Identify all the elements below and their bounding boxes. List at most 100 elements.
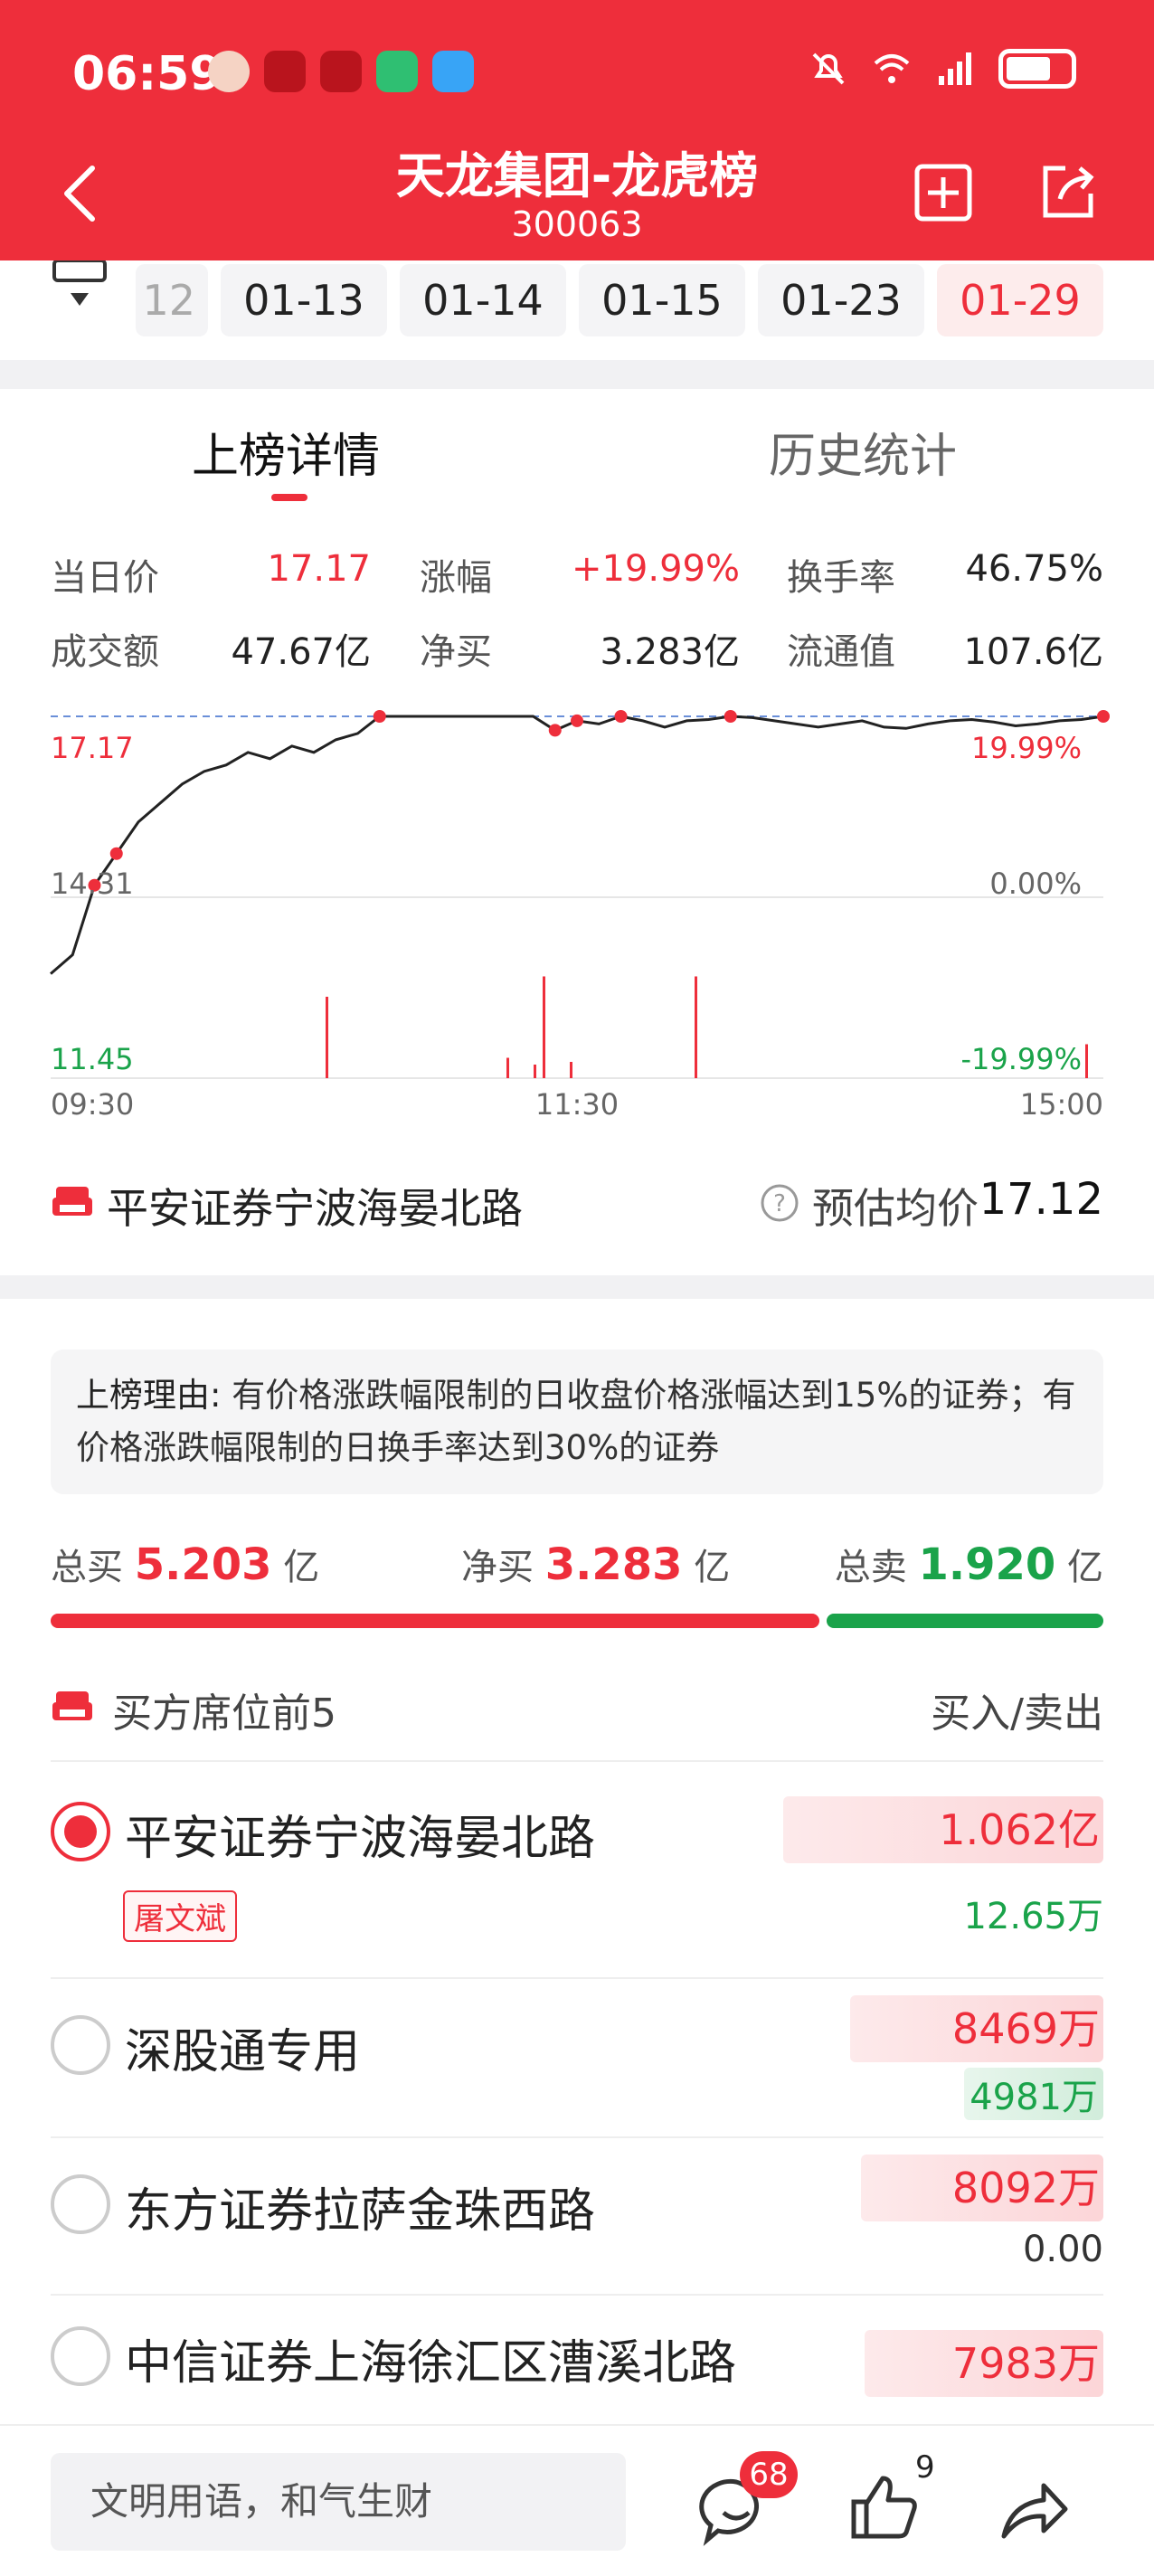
- selected-broker: 平安证券宁波海晏北路: [107, 1184, 523, 1233]
- app-icon: [320, 51, 362, 92]
- x-tick-end: 15:00: [1020, 1087, 1103, 1122]
- seat-name: 深股通专用: [125, 2025, 361, 2079]
- net-value: 3.283亿: [600, 631, 740, 673]
- y-right-tick-top: 19.99%: [971, 731, 1082, 765]
- buy-ratio-bar: [51, 1614, 819, 1628]
- price-label: 当日价: [51, 557, 159, 599]
- tab-indicator: [271, 494, 307, 501]
- seat-row[interactable]: 中信证券上海徐汇区漕溪北路 7983万: [0, 2312, 1154, 2420]
- help-icon[interactable]: ?: [760, 1183, 799, 1223]
- section-title: 买方席位前5: [112, 1690, 336, 1737]
- y-tick-bottom: 11.45: [51, 1042, 134, 1076]
- amount-value: 47.67亿: [231, 631, 371, 673]
- total-sell-unit: 亿: [1067, 1547, 1103, 1588]
- total-net-value: 3.283: [544, 1539, 683, 1590]
- seat-row[interactable]: 东方证券拉萨金珠西路 8092万 0.00: [0, 2155, 1154, 2299]
- trade-marker: [724, 710, 737, 723]
- share-icon[interactable]: [995, 2473, 1071, 2549]
- wifi-icon: [874, 54, 910, 83]
- trade-marker: [109, 847, 123, 860]
- volume-bar: [534, 1065, 536, 1078]
- divider: [51, 1977, 1103, 1979]
- divider: [51, 1760, 1103, 1762]
- radio-unselected[interactable]: [51, 2174, 110, 2234]
- total-net-label: 净买: [461, 1547, 534, 1588]
- seat-name: 东方证券拉萨金珠西路: [125, 2184, 596, 2239]
- date-chip[interactable]: 01-14: [400, 264, 566, 336]
- seat-row[interactable]: 深股通专用 8469万 4981万: [0, 1995, 1154, 2140]
- add-watchlist-icon[interactable]: [913, 163, 973, 223]
- trade-marker: [373, 710, 386, 723]
- float-label: 流通值: [787, 631, 895, 673]
- sell-amount: 12.65万: [963, 1896, 1103, 1937]
- total-buy-value: 5.203: [134, 1539, 272, 1590]
- like-icon[interactable]: [847, 2469, 922, 2545]
- listing-reason: 上榜理由: 有价格涨跌幅限制的日收盘价格涨幅达到15%的证券；有价格涨跌幅限制的…: [51, 1350, 1103, 1494]
- price-series: [50, 715, 1104, 975]
- buy-amount: 8092万: [861, 2155, 1103, 2221]
- svg-text:?: ?: [773, 1190, 786, 1217]
- date-chip[interactable]: 12: [136, 264, 208, 336]
- price-line: [50, 710, 1110, 975]
- y-right-tick-bottom: -19.99%: [960, 1042, 1082, 1076]
- amount-label: 成交额: [51, 631, 159, 673]
- page-title: 天龙集团-龙虎榜: [395, 147, 759, 204]
- mute-icon: [812, 52, 845, 85]
- volume-bar: [543, 976, 545, 1078]
- seat-icon: [52, 1691, 92, 1720]
- trade-marker: [548, 724, 562, 737]
- date-chip-active[interactable]: 01-29: [937, 264, 1103, 336]
- avatar-icon: [208, 51, 250, 92]
- total-net-unit: 亿: [694, 1547, 731, 1588]
- comment-input[interactable]: 文明用语，和气生财: [51, 2453, 626, 2551]
- volume-bar: [506, 1057, 509, 1078]
- total-net: 净买 3.283 亿: [461, 1538, 730, 1590]
- seat-name: 平安证券宁波海晏北路: [125, 1812, 596, 1866]
- volume-bar: [1085, 1044, 1088, 1078]
- notification-icons: [208, 51, 474, 92]
- calendar-icon[interactable]: [51, 260, 109, 311]
- sell-amount: 4981万: [964, 2068, 1103, 2120]
- divider: [51, 2294, 1103, 2296]
- like-count: 9: [915, 2449, 935, 2486]
- total-sell-value: 1.920: [918, 1539, 1056, 1590]
- volume-bar: [326, 997, 328, 1078]
- radio-unselected[interactable]: [51, 2015, 110, 2075]
- radio-selected[interactable]: [51, 1802, 110, 1861]
- y-right-tick-mid: 0.00%: [989, 867, 1082, 901]
- avg-price-label: 预估均价: [812, 1184, 979, 1233]
- float-value: 107.6亿: [963, 631, 1103, 673]
- net-label: 净买: [420, 631, 492, 673]
- tab-history[interactable]: 历史统计: [769, 418, 957, 486]
- section-header-right: 买入/卖出: [931, 1690, 1103, 1737]
- total-buy-label: 总买: [51, 1547, 123, 1588]
- date-chip[interactable]: 01-15: [579, 264, 745, 336]
- reason-text: 有价格涨跌幅限制的日收盘价格涨幅达到15%的证券；有价格涨跌幅限制的日换手率达到…: [76, 1376, 1076, 1467]
- share-icon[interactable]: [1038, 161, 1098, 221]
- volume-bar: [570, 1062, 572, 1078]
- seat-row[interactable]: 平安证券宁波海晏北路 屠文斌 1.062亿 12.65万: [0, 1787, 1154, 1968]
- x-tick-mid: 11:30: [535, 1087, 619, 1122]
- y-tick-top: 17.17: [51, 731, 134, 765]
- divider: [51, 2136, 1103, 2138]
- intraday-chart[interactable]: 17.17 14.31 11.45 19.99% 0.00% -19.99% 0…: [0, 696, 1154, 1131]
- system-icons: [809, 49, 1076, 89]
- trade-marker: [1097, 710, 1110, 723]
- tab-detail[interactable]: 上榜详情: [192, 418, 380, 486]
- app-icon: [376, 51, 418, 92]
- change-label: 涨幅: [420, 557, 492, 599]
- sell-amount: 0.00: [1022, 2229, 1103, 2270]
- date-chip[interactable]: 01-13: [221, 264, 387, 336]
- date-list: 12 01-13 01-14 01-15 01-23 01-29: [136, 264, 1103, 336]
- comment-count-badge: 68: [740, 2451, 798, 2498]
- radio-unselected[interactable]: [51, 2326, 110, 2386]
- seat-icon: [52, 1187, 92, 1216]
- x-tick-start: 09:30: [51, 1087, 134, 1122]
- buy-amount: 8469万: [850, 1995, 1103, 2062]
- trader-tag[interactable]: 屠文斌: [123, 1890, 237, 1942]
- date-chip[interactable]: 01-23: [758, 264, 924, 336]
- volume-bar: [695, 976, 697, 1078]
- avg-price-value: 17.12: [979, 1174, 1103, 1225]
- total-buy: 总买 5.203 亿: [51, 1538, 319, 1590]
- battery-icon: [998, 49, 1076, 89]
